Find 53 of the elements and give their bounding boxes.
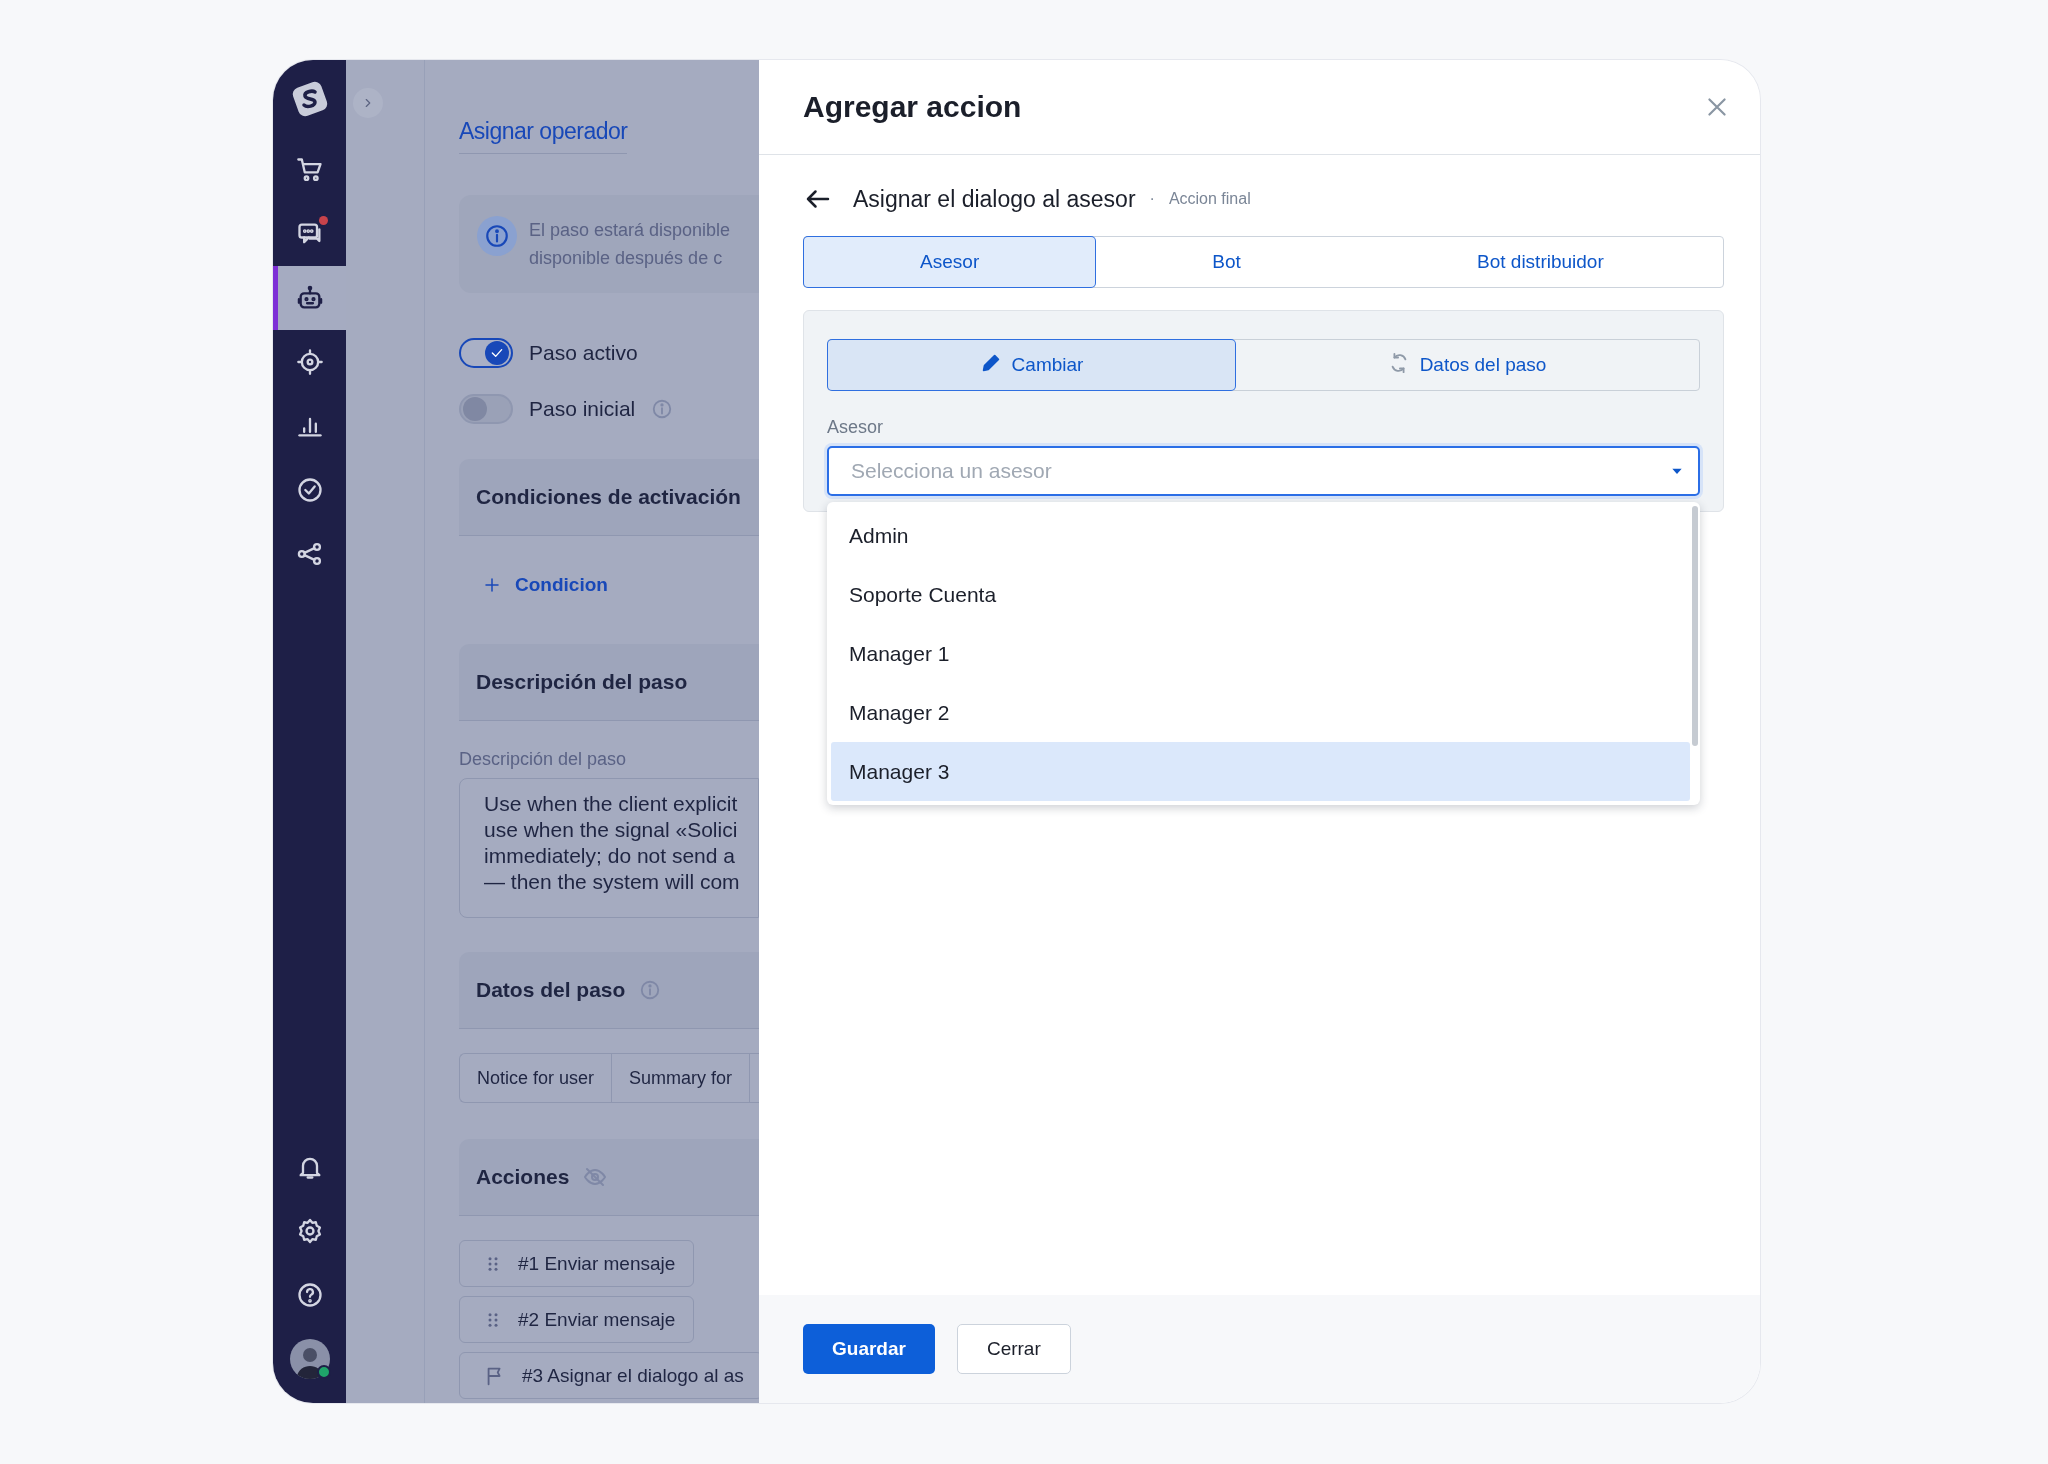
info-icon (651, 398, 674, 420)
dropdown-option[interactable]: Manager 2 (831, 683, 1690, 742)
field-label: Asesor (827, 417, 885, 438)
cart-icon (295, 156, 324, 184)
dropdown-option[interactable]: Admin (831, 506, 1690, 565)
eye-off-icon (583, 1165, 608, 1189)
action-label: #1 Enviar mensaje (518, 1252, 676, 1275)
toggle-label: Paso inicial (529, 397, 636, 421)
page-title: Asignar operador (459, 118, 628, 154)
separator: · (1149, 190, 1155, 208)
tab[interactable]: Bot distribuidor (1357, 237, 1723, 287)
add-condition-link[interactable]: Condicion (483, 574, 759, 596)
crosshair-icon (295, 348, 324, 376)
scrollbar[interactable] (1692, 506, 1698, 746)
share-icon (295, 540, 324, 568)
data-tab[interactable]: Notice for user (460, 1054, 613, 1102)
dropdown-option[interactable]: Manager 3 (831, 742, 1690, 801)
notice-text: El paso estará disponible (529, 219, 731, 242)
action-item[interactable]: #2 Enviar mensaje (459, 1296, 695, 1343)
plus-icon (483, 576, 501, 594)
dialog-title: Agregar accion (803, 90, 1022, 124)
robot-icon (295, 284, 324, 312)
action-label: #3 Asignar el dialogo al as (522, 1364, 744, 1387)
section-title: Descripción del paso (476, 670, 688, 694)
tab[interactable]: Asesor (804, 237, 1096, 287)
toggle-label: Paso activo (529, 341, 638, 365)
toggle-switch[interactable] (459, 338, 513, 368)
toggle-switch[interactable] (459, 394, 513, 424)
section-title: Acciones (476, 1165, 570, 1189)
notice-text: disponible después de c (529, 247, 724, 270)
tab[interactable]: Bot (1095, 237, 1358, 287)
sidebar-item[interactable] (273, 266, 346, 330)
info-icon (639, 979, 662, 1001)
action-item[interactable]: #1 Enviar mensaje (459, 1240, 695, 1287)
section-title: Datos del paso (476, 978, 626, 1002)
section-title: Condiciones de activación (476, 485, 741, 509)
segment-button[interactable]: Cambiar (828, 340, 1235, 390)
cancel-button[interactable]: Cerrar (956, 1324, 1071, 1374)
save-button[interactable]: Guardar (803, 1324, 935, 1374)
field-label: Descripción del paso (459, 749, 628, 770)
segment-button[interactable]: Datos del paso (1235, 340, 1699, 390)
info-icon (484, 223, 510, 249)
description-field[interactable]: Use when the client explicit use when the signal «Solici immediately; do not send a — then the system will com (459, 778, 759, 918)
action-item[interactable]: #3 Asignar el dialogo al as (459, 1352, 759, 1399)
action-type: Accion final (1168, 190, 1251, 208)
data-tab[interactable]: Summary for (612, 1054, 751, 1102)
dropdown-option[interactable]: Soporte Cuenta (831, 565, 1690, 624)
help-icon (295, 1281, 324, 1309)
dropdown-option[interactable]: Manager 1 (831, 624, 1690, 683)
action-title: Asignar el dialogo al asesor (853, 185, 1136, 213)
check-circle-icon (295, 476, 324, 504)
avatar[interactable] (289, 1339, 330, 1379)
action-label: #2 Enviar mensaje (518, 1308, 676, 1331)
